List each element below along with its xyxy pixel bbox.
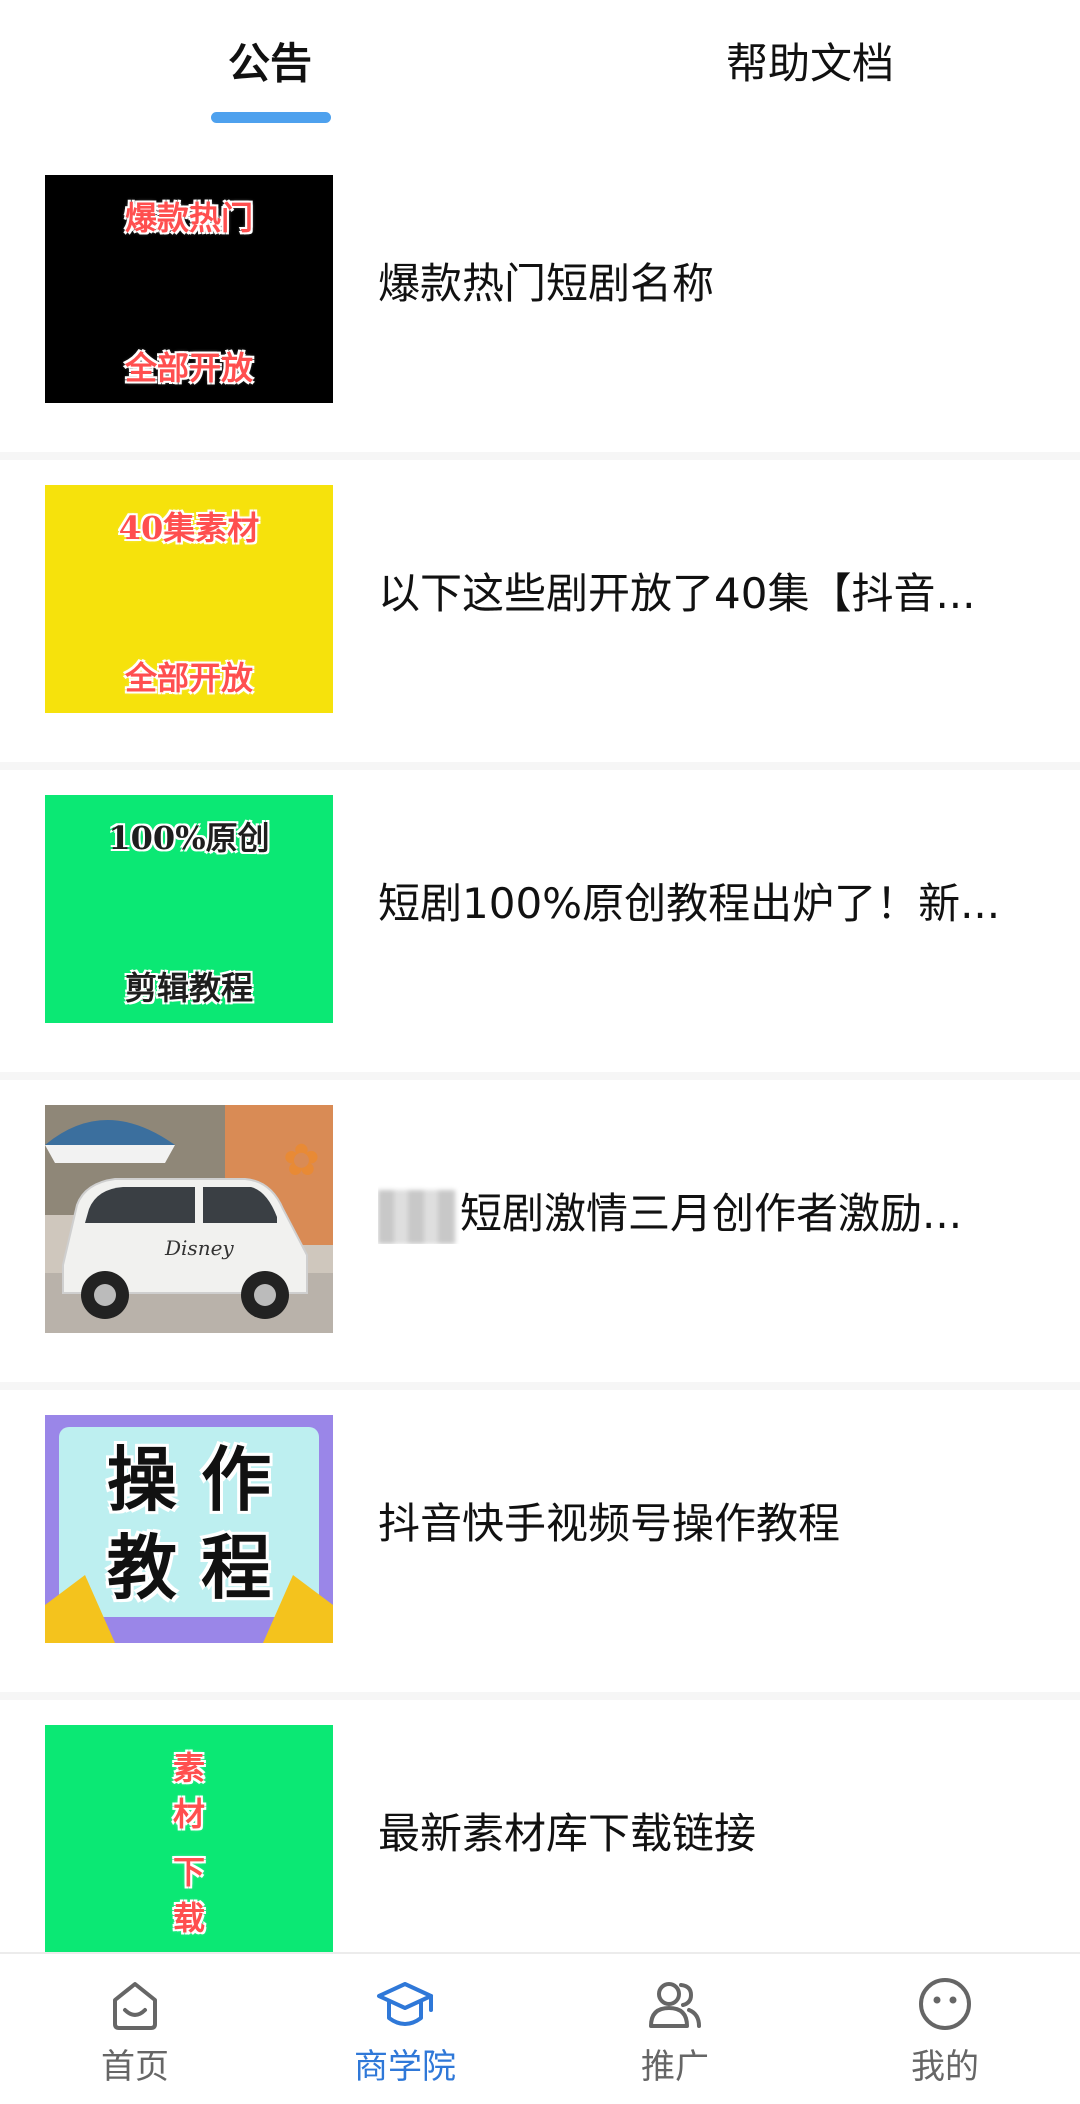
- nav-mine-label: 我的: [911, 2047, 979, 2087]
- nav-promotion-label: 推广: [641, 2047, 709, 2087]
- list-item[interactable]: 100%原创 剪辑教程 短剧100%原创教程出炉了！新...: [0, 770, 1080, 1080]
- bottom-navigation-bar: 首页 商学院 推广 我的: [0, 1952, 1080, 2104]
- svg-text:✿: ✿: [283, 1135, 320, 1186]
- thumbnail-caption-bottom: 剪辑教程: [124, 969, 253, 1007]
- item-title: 以下这些剧开放了40集【抖音...: [378, 569, 976, 618]
- svg-text:Disney: Disney: [164, 1236, 234, 1260]
- announcement-list[interactable]: 爆款热门 全部开放 爆款热门短剧名称 40集素材 全部开放 以下这些剧开放了40…: [0, 150, 1080, 1952]
- blurred-text-redaction: [378, 1189, 456, 1244]
- app-root: 公告 帮助文档 爆款热门 全部开放 爆款热门短剧名称 40集素材 全部开放 以下…: [0, 0, 1080, 2104]
- thumbnail-caption-top: 40集素材: [118, 509, 260, 547]
- item-thumbnail-car-photo: Disney ✿: [45, 1105, 333, 1333]
- nav-home[interactable]: 首页: [0, 1954, 270, 2104]
- item-title: 爆款热门短剧名称: [378, 259, 715, 308]
- thumbnail-caption-top: 素材: [172, 1749, 283, 1833]
- item-title: 短剧100%原创教程出炉了！新...: [378, 879, 1001, 928]
- nav-business-school[interactable]: 商学院: [270, 1954, 540, 2104]
- item-title-row: 短剧激情三月创作者激励...: [378, 1184, 1038, 1244]
- nav-business-school-label: 商学院: [354, 2047, 456, 2087]
- nav-home-label: 首页: [101, 2047, 169, 2087]
- thumbnail-caption-top: 100%原创: [108, 819, 270, 857]
- home-icon: [113, 1982, 157, 2030]
- item-title: 最新素材库下载链接: [378, 1809, 757, 1858]
- item-thumbnail-illustration: 操 作 教 程: [45, 1415, 333, 1643]
- nav-promotion[interactable]: 推广: [540, 1954, 810, 2104]
- item-title: 短剧激情三月创作者激励...: [460, 1189, 963, 1238]
- thumbnail-caption-bottom: 全部开放: [124, 659, 253, 697]
- list-item[interactable]: 素材 下载 最新素材库下载链接: [0, 1700, 1080, 1952]
- nav-mine[interactable]: 我的: [810, 1954, 1080, 2104]
- item-thumbnail: 40集素材 全部开放: [45, 485, 333, 713]
- smiley-face-icon: [919, 1978, 971, 2030]
- item-title: 抖音快手视频号操作教程: [378, 1499, 841, 1548]
- list-item[interactable]: 爆款热门 全部开放 爆款热门短剧名称: [0, 150, 1080, 460]
- top-tab-bar: 公告 帮助文档: [0, 0, 1080, 150]
- tab-help-docs[interactable]: 帮助文档: [700, 34, 920, 94]
- users-icon: [649, 1982, 701, 2028]
- list-item[interactable]: 操 作 教 程 抖音快手视频号操作教程: [0, 1390, 1080, 1700]
- thumbnail-caption-bottom: 下载: [172, 1853, 283, 1937]
- item-thumbnail: 100%原创 剪辑教程: [45, 795, 333, 1023]
- thumbnail-caption-top: 爆款热门: [124, 199, 253, 237]
- item-thumbnail: 素材 下载: [45, 1725, 333, 1952]
- illustration-text-row1: 操 作: [106, 1439, 272, 1521]
- thumbnail-caption-bottom: 全部开放: [124, 349, 253, 387]
- car-photo-image: Disney ✿: [45, 1105, 333, 1333]
- list-item[interactable]: 40集素材 全部开放 以下这些剧开放了40集【抖音...: [0, 460, 1080, 770]
- illustration-text-row2: 教 程: [106, 1527, 272, 1609]
- active-tab-indicator: [211, 112, 331, 123]
- list-item[interactable]: Disney ✿ 短剧激情三月创作者激励...: [0, 1080, 1080, 1390]
- item-thumbnail: 爆款热门 全部开放: [45, 175, 333, 403]
- tab-announcements[interactable]: 公告: [200, 34, 340, 94]
- graduation-cap-icon: [377, 1982, 433, 2026]
